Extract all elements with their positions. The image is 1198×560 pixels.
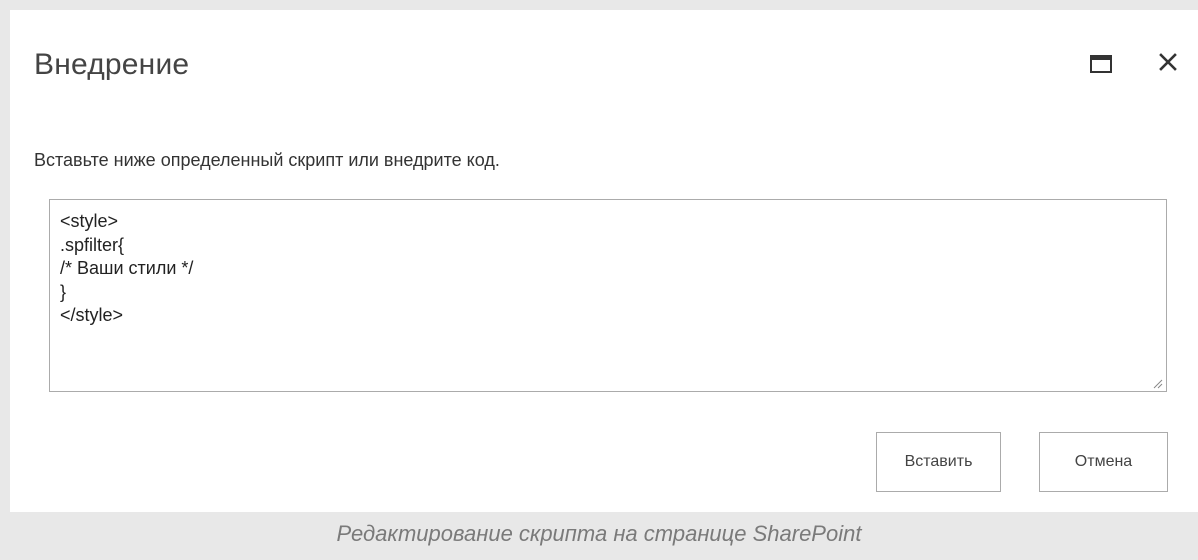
dialog-description: Вставьте ниже определенный скрипт или вн… bbox=[34, 150, 500, 170]
dialog-title: Внедрение bbox=[34, 48, 190, 81]
insert-button[interactable]: Вставить bbox=[876, 432, 1001, 492]
close-button[interactable] bbox=[1154, 50, 1182, 78]
maximize-button[interactable] bbox=[1087, 52, 1115, 80]
code-textarea[interactable]: <style> .spfilter{ /* Ваши стили */ } </… bbox=[50, 200, 1166, 391]
cancel-button[interactable]: Отмена bbox=[1039, 432, 1168, 492]
code-editor[interactable]: <style> .spfilter{ /* Ваши стили */ } </… bbox=[49, 199, 1167, 392]
image-caption: Редактирование скрипта на странице Share… bbox=[336, 521, 862, 546]
maximize-icon bbox=[1090, 54, 1112, 78]
page-frame: Внедрение Вставьте ниже определенный скр… bbox=[0, 0, 1198, 560]
embed-dialog: Внедрение Вставьте ниже определенный скр… bbox=[10, 10, 1198, 512]
resize-grip-icon[interactable] bbox=[1151, 376, 1163, 389]
close-icon bbox=[1158, 52, 1178, 77]
